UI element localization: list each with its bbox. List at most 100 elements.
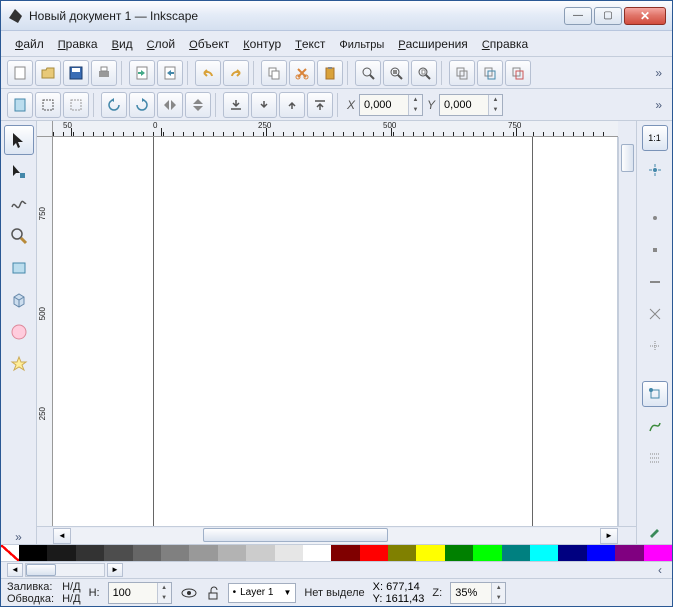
ruler-horizontal[interactable]: 500250500750 [53, 121, 618, 137]
cut-button[interactable] [289, 60, 315, 86]
print-button[interactable] [91, 60, 117, 86]
lock-icon[interactable] [206, 585, 220, 601]
y-input-spin[interactable]: ▲▼ [439, 94, 503, 116]
scrollbar-vertical[interactable] [618, 137, 636, 526]
paste-button[interactable] [317, 60, 343, 86]
scrollbar-horizontal[interactable]: ◄ ► [37, 526, 636, 544]
flip-v-button[interactable] [185, 92, 211, 118]
lower-button[interactable] [251, 92, 277, 118]
opacity-spin[interactable]: ▲▼ [108, 582, 172, 604]
rotate-ccw-button[interactable] [101, 92, 127, 118]
snap-enable-button[interactable] [642, 157, 668, 183]
undo-button[interactable] [195, 60, 221, 86]
zoom-draw-button[interactable] [383, 60, 409, 86]
hscroll-left[interactable]: ◄ [53, 528, 71, 544]
swatch[interactable] [104, 545, 132, 561]
swatch[interactable] [530, 545, 558, 561]
menu-view[interactable]: Вид [106, 34, 139, 54]
zoom-input[interactable] [451, 583, 491, 603]
swatch[interactable] [19, 545, 47, 561]
menu-extensions[interactable]: Расширения [392, 34, 474, 54]
layer-selector[interactable]: • Layer 1 ▼ [228, 583, 297, 603]
raise-top-button[interactable] [307, 92, 333, 118]
swatch[interactable] [47, 545, 75, 561]
swatch[interactable] [416, 545, 444, 561]
tool-star[interactable] [4, 349, 34, 379]
open-button[interactable] [35, 60, 61, 86]
menu-object[interactable]: Объект [183, 34, 235, 54]
swatch[interactable] [218, 545, 246, 561]
x-input-spin[interactable]: ▲▼ [359, 94, 423, 116]
menu-path[interactable]: Контур [237, 34, 287, 54]
swatch[interactable] [133, 545, 161, 561]
new-button[interactable] [7, 60, 33, 86]
close-button[interactable]: ✕ [624, 7, 666, 25]
palette-track[interactable] [25, 563, 105, 577]
clone-button[interactable] [477, 60, 503, 86]
swatch[interactable] [502, 545, 530, 561]
maximize-button[interactable]: ▢ [594, 7, 622, 25]
unlink-clone-button[interactable] [505, 60, 531, 86]
tool-rect[interactable] [4, 253, 34, 283]
duplicate-button[interactable] [449, 60, 475, 86]
swatch[interactable] [189, 545, 217, 561]
swatch[interactable] [558, 545, 586, 561]
swatch[interactable] [644, 545, 672, 561]
zoom-spin[interactable]: ▲▼ [450, 582, 506, 604]
flip-h-button[interactable] [157, 92, 183, 118]
swatch[interactable] [161, 545, 189, 561]
menu-edit[interactable]: Правка [52, 34, 104, 54]
minimize-button[interactable]: ― [564, 7, 592, 25]
menu-file[interactable]: Файл [9, 34, 50, 54]
export-button[interactable] [157, 60, 183, 86]
tool-tweak[interactable] [4, 189, 34, 219]
snap-intersect-button[interactable] [642, 301, 668, 327]
canvas[interactable] [53, 137, 618, 526]
raise-button[interactable] [279, 92, 305, 118]
swatch[interactable] [615, 545, 643, 561]
eye-icon[interactable] [180, 585, 198, 601]
y-input[interactable] [440, 95, 488, 115]
swatch[interactable] [587, 545, 615, 561]
zoom-sel-button[interactable] [355, 60, 381, 86]
import-button[interactable] [129, 60, 155, 86]
tool-zoom[interactable] [4, 221, 34, 251]
snap-midpoint-button[interactable] [642, 445, 668, 471]
zoom-1to1-button[interactable]: 1:1 [642, 125, 668, 151]
menu-filters[interactable]: Фильтры [333, 34, 390, 54]
palette-menu[interactable]: ‹ [654, 563, 666, 577]
opacity-input[interactable] [109, 583, 157, 603]
swatch[interactable] [473, 545, 501, 561]
hscroll-right[interactable]: ► [600, 528, 618, 544]
swatch[interactable] [360, 545, 388, 561]
hscroll-thumb[interactable] [203, 528, 388, 542]
toolbox-overflow[interactable]: » [11, 530, 26, 544]
hscroll-track[interactable] [71, 528, 600, 544]
menu-help[interactable]: Справка [476, 34, 534, 54]
swatch-none[interactable] [1, 545, 19, 561]
color-picker-button[interactable] [642, 518, 668, 544]
snap-path-button[interactable] [642, 269, 668, 295]
tool-node[interactable] [4, 157, 34, 187]
vscroll-thumb[interactable] [621, 144, 634, 172]
swatch[interactable] [76, 545, 104, 561]
zoom-page-button[interactable] [411, 60, 437, 86]
save-button[interactable] [63, 60, 89, 86]
snap-edge-button[interactable] [642, 413, 668, 439]
swatch[interactable] [445, 545, 473, 561]
x-input[interactable] [360, 95, 408, 115]
ruler-vertical[interactable]: 750500250 [37, 137, 53, 526]
rotate-cw-button[interactable] [129, 92, 155, 118]
select-all-layers-button[interactable] [35, 92, 61, 118]
lower-bottom-button[interactable] [223, 92, 249, 118]
toolbar-overflow[interactable]: » [651, 66, 666, 80]
snap-center-button[interactable] [642, 333, 668, 359]
toolbar2-overflow[interactable]: » [651, 98, 666, 112]
deselect-button[interactable] [63, 92, 89, 118]
palette-left[interactable]: ◄ [7, 563, 23, 577]
snap-corner-button[interactable] [642, 381, 668, 407]
swatch[interactable] [275, 545, 303, 561]
snap-node-button[interactable] [642, 237, 668, 263]
menu-layer[interactable]: Слой [141, 34, 181, 54]
palette-thumb[interactable] [26, 564, 56, 576]
